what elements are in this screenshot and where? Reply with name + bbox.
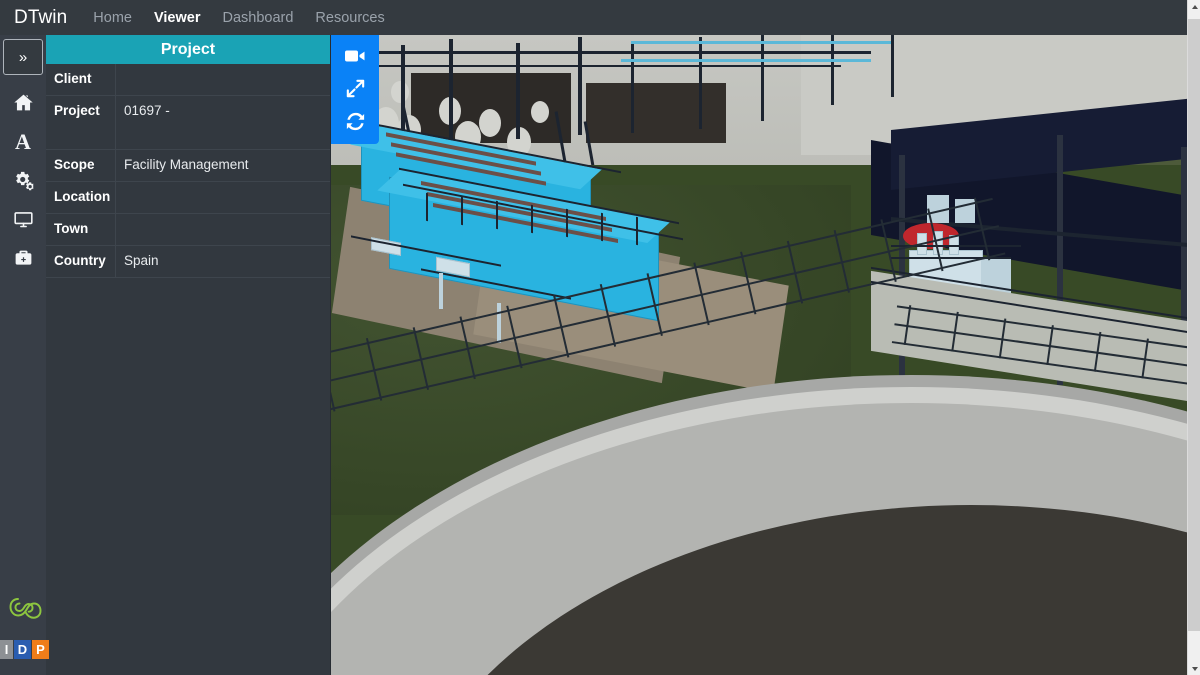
plant-pipe bbox=[516, 43, 520, 139]
property-key: Client bbox=[46, 64, 116, 95]
idp-letter-p: P bbox=[32, 640, 49, 659]
video-camera-icon[interactable] bbox=[335, 39, 375, 72]
nav-link-viewer[interactable]: Viewer bbox=[154, 10, 201, 26]
monitor-icon[interactable] bbox=[0, 200, 46, 239]
property-value: Facility Management bbox=[124, 157, 249, 172]
property-key: Town bbox=[46, 214, 116, 245]
idp-letter-d: D bbox=[14, 640, 31, 659]
idp-letter-i: I bbox=[0, 640, 13, 659]
scrollbar-down-arrow[interactable] bbox=[1188, 662, 1200, 675]
basin-rail-post bbox=[566, 208, 568, 238]
rail-icon-list: A bbox=[0, 83, 46, 278]
scrollbar-up-arrow[interactable] bbox=[1188, 0, 1200, 13]
nav-link-resources[interactable]: Resources bbox=[315, 10, 384, 26]
plant-pipe bbox=[631, 41, 634, 133]
toolbox-icon[interactable] bbox=[0, 239, 46, 278]
refresh-icon[interactable] bbox=[335, 105, 375, 138]
storage-tank bbox=[479, 109, 501, 137]
plant-pipe bbox=[449, 39, 453, 139]
page-scrollbar[interactable] bbox=[1187, 0, 1200, 675]
property-value bbox=[116, 182, 330, 213]
viewer-toolbar bbox=[331, 35, 379, 144]
plant-pipe-run bbox=[371, 51, 871, 54]
property-key: Country bbox=[46, 246, 116, 277]
application-window: DTwin Home Viewer Dashboard Resources » … bbox=[0, 0, 1200, 675]
expand-arrows-icon[interactable] bbox=[335, 72, 375, 105]
project-info-panel: Project Client Project 01697 - Scope Fac… bbox=[46, 35, 331, 675]
home-icon[interactable] bbox=[0, 83, 46, 122]
gears-icon[interactable] bbox=[0, 161, 46, 200]
blue-pipe-run bbox=[621, 59, 871, 62]
table-row: Town bbox=[46, 214, 330, 246]
table-row: Client bbox=[46, 64, 330, 96]
table-row: Scope Facility Management bbox=[46, 150, 330, 182]
plant-pipe bbox=[891, 35, 894, 97]
plant-pipe-run bbox=[371, 65, 841, 67]
model-viewer-canvas[interactable] bbox=[331, 35, 1188, 675]
plant-building-roof-b bbox=[586, 83, 726, 143]
nav-links: Home Viewer Dashboard Resources bbox=[93, 10, 384, 26]
panel-title: Project bbox=[46, 35, 330, 64]
property-value bbox=[116, 64, 330, 95]
three-d-scene bbox=[331, 35, 1188, 675]
table-row: Location bbox=[46, 182, 330, 214]
basin-rail-post bbox=[531, 204, 533, 234]
sidebar-expand-toggle[interactable]: » bbox=[3, 39, 43, 75]
nav-link-dashboard[interactable]: Dashboard bbox=[222, 10, 293, 26]
basin-rail-post bbox=[461, 196, 463, 226]
property-key: Location bbox=[46, 182, 116, 213]
deck-pipe-vertical bbox=[439, 273, 443, 309]
property-key: Scope bbox=[46, 150, 116, 181]
table-row: Country Spain bbox=[46, 246, 330, 278]
table-row: Project 01697 - bbox=[46, 96, 330, 150]
plant-pipe bbox=[761, 35, 764, 121]
project-property-table: Client Project 01697 - Scope Facility Ma… bbox=[46, 64, 330, 278]
basin-rail-post bbox=[426, 192, 428, 222]
scrollbar-track[interactable] bbox=[1188, 13, 1200, 662]
text-annotation-icon[interactable]: A bbox=[0, 122, 46, 161]
nav-link-home[interactable]: Home bbox=[93, 10, 132, 26]
property-value bbox=[116, 214, 330, 245]
property-value: Spain bbox=[124, 253, 159, 268]
idp-wordmark-logo[interactable]: I D P bbox=[0, 640, 49, 659]
brand-logo[interactable]: DTwin bbox=[14, 7, 67, 29]
storage-tank bbox=[391, 81, 409, 103]
left-icon-rail: » A I D P bbox=[0, 35, 49, 675]
property-value: 01697 - bbox=[124, 103, 170, 118]
property-key: Project bbox=[46, 96, 116, 149]
basin-rail-post bbox=[496, 200, 498, 230]
top-navbar: DTwin Home Viewer Dashboard Resources bbox=[0, 0, 1200, 35]
scrollbar-thumb[interactable] bbox=[1188, 19, 1200, 631]
basin-rail-post bbox=[636, 216, 638, 246]
plant-pipe bbox=[831, 35, 834, 105]
basin-rail-post bbox=[601, 212, 603, 242]
plant-pipe bbox=[401, 45, 405, 140]
storage-tank bbox=[531, 101, 549, 123]
blue-pipe-run bbox=[631, 41, 891, 44]
idp-swirl-logo-icon[interactable] bbox=[6, 590, 42, 626]
